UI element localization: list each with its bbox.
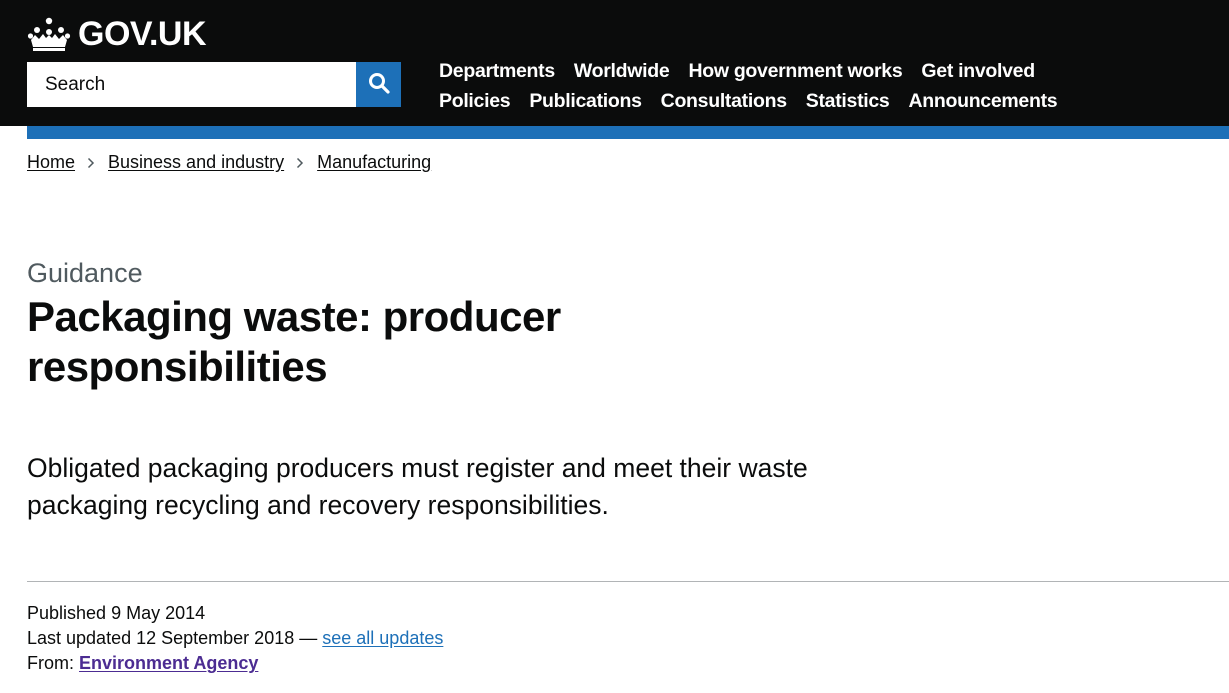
header-stripe bbox=[27, 126, 1229, 139]
govuk-logo-link[interactable]: GOV.UK bbox=[27, 14, 207, 54]
page-title: Packaging waste: producer responsibiliti… bbox=[27, 293, 561, 390]
breadcrumb-home[interactable]: Home bbox=[27, 152, 75, 173]
nav-link-announcements[interactable]: Announcements bbox=[908, 90, 1057, 113]
main-navigation: Departments Worldwide How government wor… bbox=[439, 56, 1199, 116]
logo-text: GOV.UK bbox=[78, 15, 207, 53]
breadcrumb-business-and-industry[interactable]: Business and industry bbox=[108, 152, 284, 173]
organisation-link[interactable]: Environment Agency bbox=[79, 653, 258, 673]
nav-link-how-government-works[interactable]: How government works bbox=[688, 60, 902, 83]
updated-line: Last updated 12 September 2018 — see all… bbox=[27, 626, 443, 651]
published-label: Published bbox=[27, 603, 107, 623]
published-line: Published 9 May 2014 bbox=[27, 601, 443, 626]
search-input[interactable] bbox=[27, 62, 356, 107]
section-divider bbox=[27, 581, 1229, 582]
publication-metadata: Published 9 May 2014 Last updated 12 Sep… bbox=[27, 601, 443, 676]
page-caption: Guidance bbox=[27, 258, 143, 288]
nav-link-consultations[interactable]: Consultations bbox=[661, 90, 787, 113]
nav-row-primary: Departments Worldwide How government wor… bbox=[439, 56, 1199, 86]
chevron-right-icon bbox=[87, 156, 97, 170]
updated-separator: — bbox=[299, 628, 318, 648]
updated-label: Last updated bbox=[27, 628, 132, 648]
published-date: 9 May 2014 bbox=[111, 603, 206, 623]
site-header: GOV.UK Departments Worldwide How governm… bbox=[0, 0, 1229, 126]
updated-date: 12 September 2018 bbox=[136, 628, 295, 648]
nav-row-secondary: Policies Publications Consultations Stat… bbox=[439, 86, 1199, 116]
search-button[interactable] bbox=[356, 62, 401, 107]
breadcrumb: Home Business and industry Manufacturing bbox=[27, 152, 431, 173]
from-line: From: Environment Agency bbox=[27, 651, 443, 676]
nav-link-policies[interactable]: Policies bbox=[439, 90, 511, 113]
see-all-updates-link[interactable]: see all updates bbox=[322, 628, 443, 648]
chevron-right-icon bbox=[296, 156, 306, 170]
from-label: From: bbox=[27, 653, 74, 673]
nav-link-statistics[interactable]: Statistics bbox=[806, 90, 890, 113]
crown-icon bbox=[27, 16, 71, 52]
search-icon bbox=[367, 71, 391, 98]
nav-link-get-involved[interactable]: Get involved bbox=[921, 60, 1035, 83]
lead-paragraph: Obligated packaging producers must regis… bbox=[27, 453, 808, 520]
nav-link-worldwide[interactable]: Worldwide bbox=[574, 60, 670, 83]
nav-link-publications[interactable]: Publications bbox=[529, 90, 642, 113]
breadcrumb-manufacturing[interactable]: Manufacturing bbox=[317, 152, 431, 173]
nav-link-departments[interactable]: Departments bbox=[439, 60, 555, 83]
